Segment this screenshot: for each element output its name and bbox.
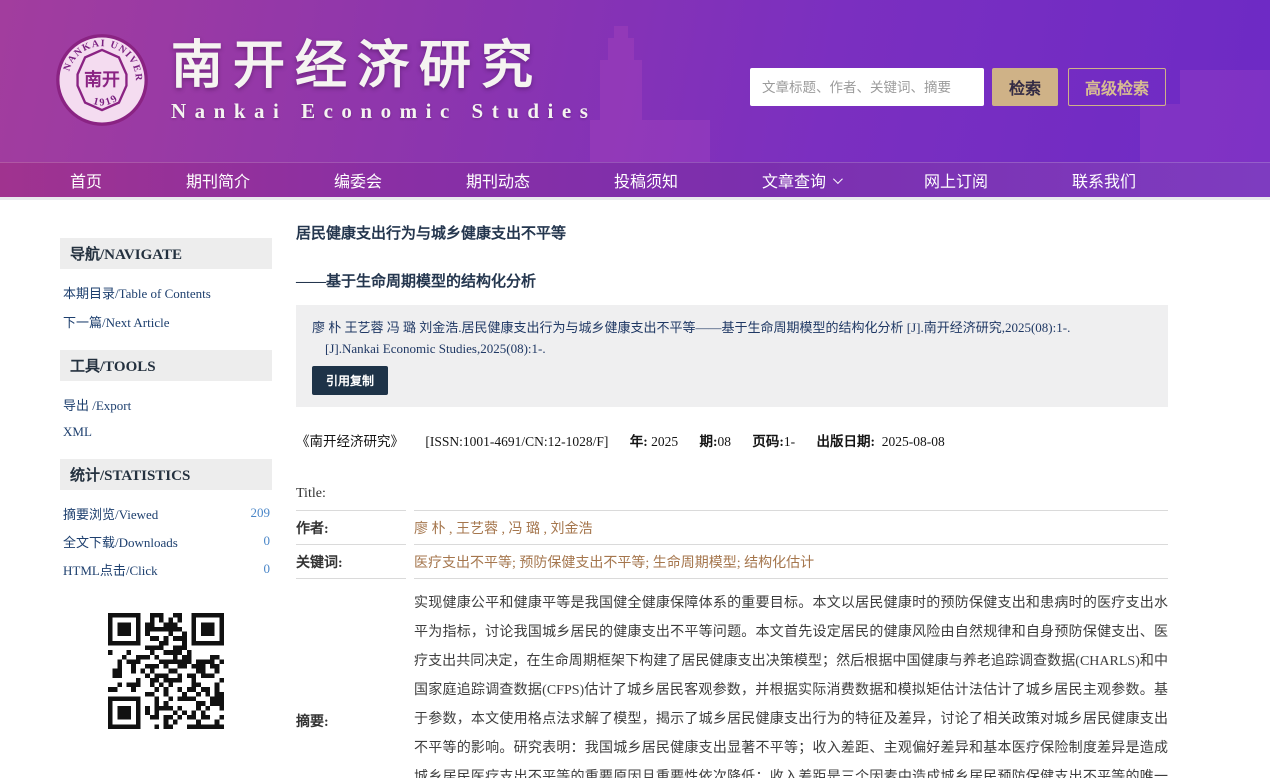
journal-info-line: 《南开经济研究》 [ISSN:1001-4691/CN:12-1028/F] 年… xyxy=(296,430,1168,450)
content: 导航/NAVIGATE 本期目录/Table of Contents 下一篇/N… xyxy=(0,200,1270,778)
article-fields: Title: 作者: 廖 朴 , 王艺蓉 , 冯 璐 , 刘金浩 关键词: 医疗… xyxy=(296,477,1168,778)
search-area: 检索 高级检索 xyxy=(750,68,1166,106)
sidebar-navigate-links: 本期目录/Table of Contents 下一篇/Next Article xyxy=(60,278,272,336)
journal-issn: [ISSN:1001-4691/CN:12-1028/F] xyxy=(425,434,608,449)
stat-value: 0 xyxy=(264,561,271,577)
nav-item-label: 网上订阅 xyxy=(924,168,988,192)
nav-item-label: 联系我们 xyxy=(1072,168,1136,192)
pub-date-value: 2025-08-08 xyxy=(882,434,945,449)
nav-item-label: 期刊动态 xyxy=(466,168,530,192)
article-subtitle: ——基于生命周期模型的结构化分析 xyxy=(296,270,1168,291)
year-label: 年: xyxy=(630,434,648,449)
field-gap xyxy=(406,545,414,579)
stat-label: 全文下载/Downloads xyxy=(63,532,178,551)
nav-item-journal-news[interactable]: 期刊动态 xyxy=(466,168,530,192)
nav-item-label: 编委会 xyxy=(334,168,382,192)
pages-label: 页码: xyxy=(752,434,784,449)
citation-line-zh: 廖 朴 王艺蓉 冯 璐 刘金浩.居民健康支出行为与城乡健康支出不平等——基于生命… xyxy=(312,317,1152,338)
article-main: 居民健康支出行为与城乡健康支出不平等 ——基于生命周期模型的结构化分析 廖 朴 … xyxy=(296,222,1168,778)
journal-title-zh: 南开经济研究 xyxy=(171,37,596,95)
nankai-university-seal-icon: NANKAI UNIVERSITY 1919 南开 xyxy=(55,33,149,127)
journal-issue: 期:08 xyxy=(700,434,732,449)
nav-item-editorial-board[interactable]: 编委会 xyxy=(334,168,382,192)
search-button[interactable]: 检索 xyxy=(992,68,1058,106)
field-value-keywords[interactable]: 医疗支出不平等; 预防保健支出不平等; 生命周期模型; 结构化估计 xyxy=(414,545,1168,579)
copy-citation-button[interactable]: 引用复制 xyxy=(312,366,388,395)
sidebar-section-navigate-header: 导航/NAVIGATE xyxy=(60,238,272,269)
pages-value: 1- xyxy=(784,434,795,449)
sidebar-section-statistics-header: 统计/STATISTICS xyxy=(60,459,272,490)
field-row-title: Title: xyxy=(296,477,1168,511)
citation-line-en: [J].Nankai Economic Studies,2025(08):1-. xyxy=(312,338,1152,359)
pub-date-label: 出版日期: xyxy=(817,434,876,449)
nav-item-label: 期刊简介 xyxy=(186,168,250,192)
sidebar-link-next-article[interactable]: 下一篇/Next Article xyxy=(60,307,272,336)
stat-row-html-clicks: HTML点击/Click 0 xyxy=(60,555,272,583)
sidebar-tools-links: 导出 /Export XML xyxy=(60,390,272,445)
sidebar-link-table-of-contents[interactable]: 本期目录/Table of Contents xyxy=(60,278,272,307)
issue-value: 08 xyxy=(718,434,732,449)
stat-value: 209 xyxy=(251,505,271,521)
journal-name: 《南开经济研究》 xyxy=(296,434,404,449)
field-label-keywords: 关键词: xyxy=(296,545,406,579)
field-value-title xyxy=(414,477,1168,511)
field-value-authors[interactable]: 廖 朴 , 王艺蓉 , 冯 璐 , 刘金浩 xyxy=(414,511,1168,545)
sidebar-link-export[interactable]: 导出 /Export xyxy=(60,390,272,419)
qr-code xyxy=(108,613,224,734)
stat-label: 摘要浏览/Viewed xyxy=(63,504,158,523)
journal-pub-date: 出版日期: 2025-08-08 xyxy=(817,434,945,449)
year-value: 2025 xyxy=(651,434,678,449)
search-input[interactable] xyxy=(750,68,984,106)
journal-pages: 页码:1- xyxy=(752,434,795,449)
citation-box: 廖 朴 王艺蓉 冯 璐 刘金浩.居民健康支出行为与城乡健康支出不平等——基于生命… xyxy=(296,305,1168,407)
nav-item-submission-guide[interactable]: 投稿须知 xyxy=(614,168,678,192)
journal-title-block: 南开经济研究 Nankai Economic Studies xyxy=(171,37,596,124)
field-gap xyxy=(406,511,414,545)
journal-year: 年: 2025 xyxy=(630,434,678,449)
field-row-keywords: 关键词: 医疗支出不平等; 预防保健支出不平等; 生命周期模型; 结构化估计 xyxy=(296,545,1168,579)
main-nav: 首页 期刊简介 编委会 期刊动态 投稿须知 文章查询 网上订阅 联系我们 xyxy=(0,162,1270,200)
journal-logo[interactable]: NANKAI UNIVERSITY 1919 南开 南开经济研究 Nankai … xyxy=(55,33,596,127)
field-row-authors: 作者: 廖 朴 , 王艺蓉 , 冯 璐 , 刘金浩 xyxy=(296,511,1168,545)
stat-row-viewed: 摘要浏览/Viewed 209 xyxy=(60,499,272,527)
sidebar-link-xml[interactable]: XML xyxy=(60,419,272,445)
field-label-authors: 作者: xyxy=(296,511,406,545)
sidebar-statistics-rows: 摘要浏览/Viewed 209 全文下载/Downloads 0 HTML点击/… xyxy=(60,499,272,583)
field-gap xyxy=(406,477,414,511)
site-header: NANKAI UNIVERSITY 1919 南开 南开经济研究 Nankai … xyxy=(0,0,1270,162)
seal-center-text: 南开 xyxy=(84,69,120,90)
field-label-abstract: 摘要: xyxy=(296,579,406,778)
stat-row-downloads: 全文下载/Downloads 0 xyxy=(60,527,272,555)
nav-item-article-search[interactable]: 文章查询 xyxy=(762,168,840,192)
field-value-abstract: 实现健康公平和健康平等是我国健全健康保障体系的重要目标。本文以居民健康时的预防保… xyxy=(414,579,1168,778)
sidebar: 导航/NAVIGATE 本期目录/Table of Contents 下一篇/N… xyxy=(60,238,272,734)
field-gap xyxy=(406,579,414,778)
nav-item-contact-us[interactable]: 联系我们 xyxy=(1072,168,1136,192)
article-title: 居民健康支出行为与城乡健康支出不平等 xyxy=(296,222,1168,243)
nav-items: 首页 期刊简介 编委会 期刊动态 投稿须知 文章查询 网上订阅 联系我们 xyxy=(28,168,1178,192)
sidebar-section-tools-header: 工具/TOOLS xyxy=(60,350,272,381)
journal-title-en: Nankai Economic Studies xyxy=(171,99,596,124)
issue-label: 期: xyxy=(700,434,718,449)
stat-label: HTML点击/Click xyxy=(63,560,158,579)
stat-value: 0 xyxy=(264,533,271,549)
advanced-search-button[interactable]: 高级检索 xyxy=(1068,68,1166,106)
nav-item-label: 投稿须知 xyxy=(614,168,678,192)
chevron-down-icon xyxy=(833,174,843,184)
nav-item-label: 文章查询 xyxy=(762,168,826,192)
nav-item-home[interactable]: 首页 xyxy=(70,168,102,192)
field-label-title: Title: xyxy=(296,477,406,511)
nav-item-journal-intro[interactable]: 期刊简介 xyxy=(186,168,250,192)
field-row-abstract: 摘要: 实现健康公平和健康平等是我国健全健康保障体系的重要目标。本文以居民健康时… xyxy=(296,579,1168,778)
nav-item-online-subscription[interactable]: 网上订阅 xyxy=(924,168,988,192)
nav-item-label: 首页 xyxy=(70,168,102,192)
